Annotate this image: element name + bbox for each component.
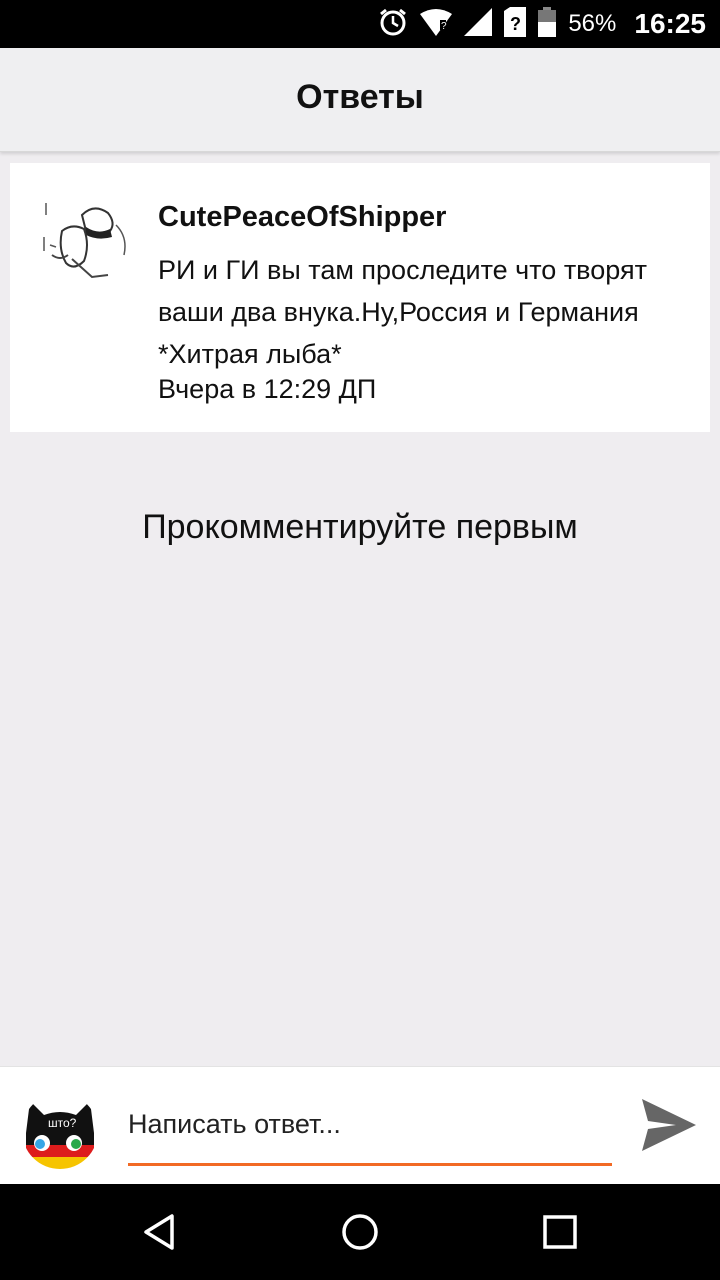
app-bar: Ответы bbox=[0, 48, 720, 152]
status-bar: ? ? 56% 16:25 bbox=[0, 0, 720, 48]
svg-text:?: ? bbox=[510, 14, 521, 34]
send-button[interactable] bbox=[636, 1095, 700, 1155]
battery-percent: 56% bbox=[568, 10, 617, 37]
alarm-icon bbox=[378, 7, 408, 42]
home-icon[interactable] bbox=[338, 1210, 382, 1254]
back-icon[interactable] bbox=[138, 1210, 182, 1254]
svg-text:?: ? bbox=[441, 21, 447, 32]
post-author[interactable]: CutePeaceOfShipper bbox=[158, 201, 446, 234]
clock: 16:25 bbox=[634, 8, 706, 39]
post-card[interactable]: CutePeaceOfShipper РИ и ГИ вы там просле… bbox=[10, 163, 710, 432]
user-avatar[interactable]: што? bbox=[22, 1093, 98, 1169]
page-title: Ответы bbox=[296, 78, 424, 116]
reply-bar: што? bbox=[0, 1066, 720, 1184]
recents-icon[interactable] bbox=[538, 1210, 582, 1254]
navigation-bar bbox=[0, 1184, 720, 1280]
signal-icon bbox=[464, 7, 493, 41]
send-icon bbox=[642, 1099, 696, 1151]
reply-input-underline bbox=[128, 1163, 612, 1166]
avatar-caption: што? bbox=[48, 1116, 77, 1130]
wifi-icon: ? bbox=[420, 8, 453, 41]
empty-comments-message: Прокомментируйте первым bbox=[142, 508, 578, 546]
battery-icon bbox=[538, 6, 557, 42]
post-text: РИ и ГИ вы там проследите что творят ваш… bbox=[158, 255, 647, 369]
reply-input[interactable] bbox=[128, 1101, 612, 1147]
unknown-sim-icon: ? bbox=[504, 6, 527, 42]
author-avatar[interactable] bbox=[32, 185, 136, 289]
post-timestamp: Вчера в 12:29 ДП bbox=[158, 374, 377, 404]
